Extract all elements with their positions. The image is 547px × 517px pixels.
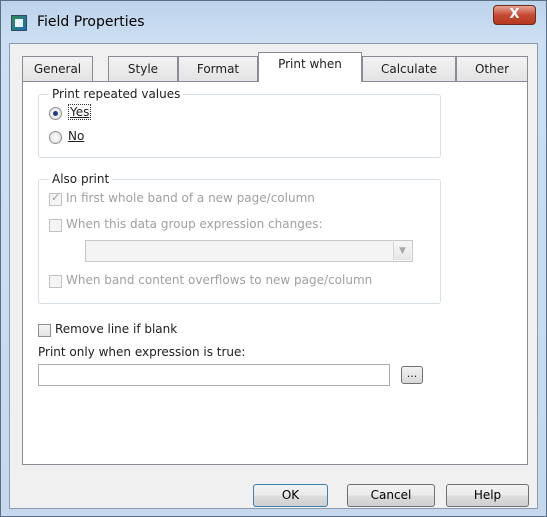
- expression-browse-button[interactable]: ...: [401, 366, 423, 384]
- tab-style[interactable]: Style: [108, 56, 178, 81]
- print-repeated-yes-radio[interactable]: [49, 107, 62, 120]
- field-properties-dialog: Field Properties X General Style Format …: [0, 0, 547, 517]
- expression-label: Print only when expression is true:: [38, 345, 246, 359]
- print-repeated-no-label[interactable]: No: [68, 129, 84, 143]
- no-label-text: No: [68, 129, 85, 143]
- tab-general[interactable]: General: [22, 56, 93, 81]
- group-expression-combo[interactable]: ▼: [85, 240, 413, 262]
- group-changes-checkbox[interactable]: [49, 219, 62, 232]
- cancel-button[interactable]: Cancel: [347, 484, 435, 507]
- tab-other[interactable]: Other: [456, 56, 528, 81]
- yes-label-text: Yes: [70, 105, 90, 119]
- overflow-checkbox[interactable]: [49, 275, 62, 288]
- remove-line-checkbox[interactable]: [38, 324, 51, 337]
- print-when-panel: Print repeated values Yes No Also print …: [22, 81, 528, 465]
- print-repeated-group: Print repeated values Yes No: [38, 87, 441, 158]
- ok-button[interactable]: OK: [253, 484, 328, 507]
- also-print-group-label: Also print: [49, 172, 113, 186]
- expression-input[interactable]: [38, 364, 390, 386]
- close-button[interactable]: X: [493, 5, 536, 25]
- dropdown-arrow-icon[interactable]: ▼: [393, 242, 411, 260]
- first-band-checkbox[interactable]: ✓: [49, 191, 62, 206]
- dialog-client-area: General Style Format Print when Calculat…: [9, 43, 538, 509]
- also-print-group: Also print ✓ In first whole band of a ne…: [38, 172, 441, 304]
- window-title: Field Properties: [37, 14, 145, 30]
- group-changes-label: When this data group expression changes:: [66, 217, 323, 231]
- tab-format[interactable]: Format: [178, 56, 258, 81]
- app-icon: [11, 15, 27, 31]
- help-button[interactable]: Help: [446, 484, 529, 507]
- first-band-label: In first whole band of a new page/column: [66, 191, 315, 205]
- title-bar: Field Properties X: [1, 1, 546, 43]
- remove-line-label[interactable]: Remove line if blank: [55, 322, 177, 336]
- tab-print-when[interactable]: Print when: [258, 52, 362, 82]
- checkmark-icon: ✓: [51, 191, 61, 204]
- print-repeated-yes-label[interactable]: Yes: [68, 104, 92, 120]
- overflow-label: When band content overflows to new page/…: [66, 273, 373, 287]
- print-repeated-group-label: Print repeated values: [49, 87, 184, 101]
- print-repeated-no-radio[interactable]: [49, 131, 62, 144]
- tab-calculate[interactable]: Calculate: [362, 56, 456, 81]
